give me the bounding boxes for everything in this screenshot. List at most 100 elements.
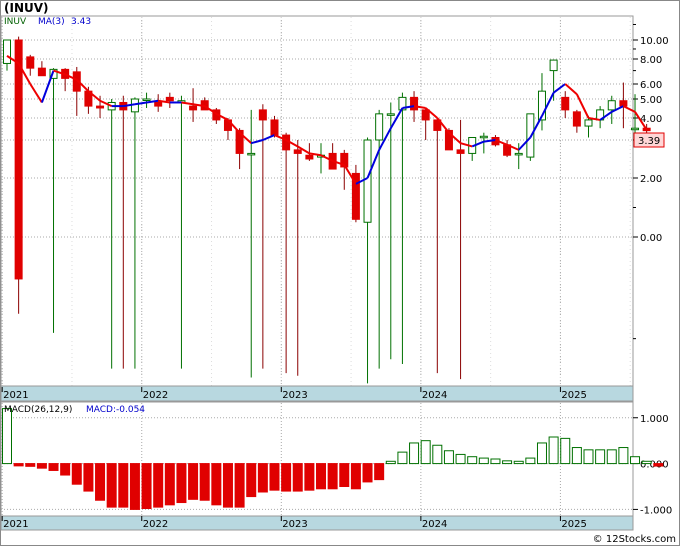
macd-bar <box>281 463 292 492</box>
macd-bar <box>153 463 164 508</box>
macd-bar <box>478 457 489 465</box>
candle-body <box>247 152 256 156</box>
macd-legend-label: MACD(26,12,9) <box>4 405 72 415</box>
macd-bar <box>548 436 559 465</box>
macd-bar <box>269 463 280 491</box>
year-label: 2021 <box>3 390 28 401</box>
macd-bar <box>606 449 617 465</box>
price-legend-ma-value: 3.43 <box>71 17 91 27</box>
year-label: 2023 <box>282 519 307 530</box>
macd-tick-label: 1.000 <box>640 414 669 425</box>
price-tick-label: 6.00 <box>640 80 662 91</box>
macd-bar <box>129 463 140 510</box>
year-label: 2023 <box>282 390 307 401</box>
chart-title: (INUV) <box>4 1 49 15</box>
year-label: 2022 <box>143 519 168 530</box>
candle-body <box>258 109 267 121</box>
macd-bar <box>641 460 652 465</box>
macd-bar <box>71 463 82 485</box>
candle-body <box>619 100 628 107</box>
macd-bar <box>443 450 454 465</box>
macd-bar <box>409 442 420 465</box>
candle-body <box>410 96 419 111</box>
macd-bar <box>234 463 245 508</box>
macd-bar <box>513 460 524 465</box>
candle-body <box>142 98 151 101</box>
candle-body <box>293 149 302 154</box>
price-legend-symbol: INUV <box>4 17 27 27</box>
macd-bar <box>199 463 210 501</box>
candle-body <box>14 39 23 280</box>
macd-bar <box>362 463 373 483</box>
year-label: 2024 <box>422 390 447 401</box>
candle-body <box>631 127 640 131</box>
candle-body <box>26 56 35 69</box>
macd-bar <box>339 463 350 488</box>
last-price-label: 3.39 <box>638 136 660 147</box>
macd-bar <box>455 453 466 465</box>
macd-bar <box>36 463 47 469</box>
macd-bar <box>211 463 222 506</box>
macd-x-axis-band <box>0 515 634 531</box>
candle-body <box>572 111 581 127</box>
price-panel <box>0 15 634 387</box>
candle-body <box>189 105 198 111</box>
macd-bar <box>188 463 199 500</box>
stock-chart: (INUV) 10.008.006.005.004.003.002.000.00… <box>0 0 680 546</box>
macd-bar <box>83 463 94 492</box>
price-legend-ma: MA(3) <box>38 17 65 27</box>
macd-bar <box>618 447 629 465</box>
macd-bar <box>25 463 36 467</box>
candle-body <box>96 105 105 109</box>
candle-body <box>514 152 523 156</box>
macd-bar <box>2 408 12 465</box>
macd-bar <box>257 463 268 493</box>
macd-bar <box>106 463 117 508</box>
macd-bar <box>164 463 175 506</box>
macd-bar <box>653 463 664 467</box>
candle-body <box>3 39 11 64</box>
candle-body <box>479 135 488 139</box>
macd-bar <box>48 463 59 471</box>
macd-bar <box>316 463 327 490</box>
watermark: © 12Stocks.com <box>593 534 676 545</box>
price-x-axis-band <box>0 385 634 402</box>
candle-body <box>607 100 616 111</box>
macd-bar <box>118 463 129 508</box>
price-tick-label: 10.00 <box>640 36 669 47</box>
candle-body <box>549 59 558 72</box>
macd-bar <box>420 440 431 465</box>
macd-bar <box>374 463 385 481</box>
macd-bar <box>490 458 501 465</box>
year-label: 2024 <box>422 519 447 530</box>
macd-bar <box>246 463 257 498</box>
price-tick-label: 2.00 <box>640 174 662 185</box>
price-tick-label: 0.00 <box>640 233 662 244</box>
price-tick-label: 8.00 <box>640 55 662 66</box>
macd-bar <box>292 463 303 492</box>
macd-bar <box>630 456 641 465</box>
candle-body <box>165 96 174 102</box>
macd-bar <box>560 437 571 465</box>
macd-bar <box>385 460 396 465</box>
candle-body <box>154 101 163 107</box>
macd-bar <box>60 463 71 476</box>
macd-bar <box>571 447 582 465</box>
macd-bar <box>141 463 152 510</box>
macd-bar <box>583 449 594 465</box>
macd-bar <box>95 463 106 501</box>
candle-body <box>37 67 46 77</box>
year-label: 2025 <box>561 390 586 401</box>
year-label: 2022 <box>143 390 168 401</box>
candle-body <box>386 113 395 116</box>
candle-body <box>305 154 314 160</box>
macd-bar <box>525 457 536 465</box>
candle-body <box>270 119 279 136</box>
year-label: 2021 <box>3 519 28 530</box>
candle-body <box>584 119 593 127</box>
macd-legend-value: MACD:-0.054 <box>86 405 145 415</box>
candle-body <box>456 149 465 154</box>
macd-bar <box>595 449 606 465</box>
macd-bar <box>350 463 361 490</box>
macd-tick-label: -1.000 <box>640 505 672 516</box>
